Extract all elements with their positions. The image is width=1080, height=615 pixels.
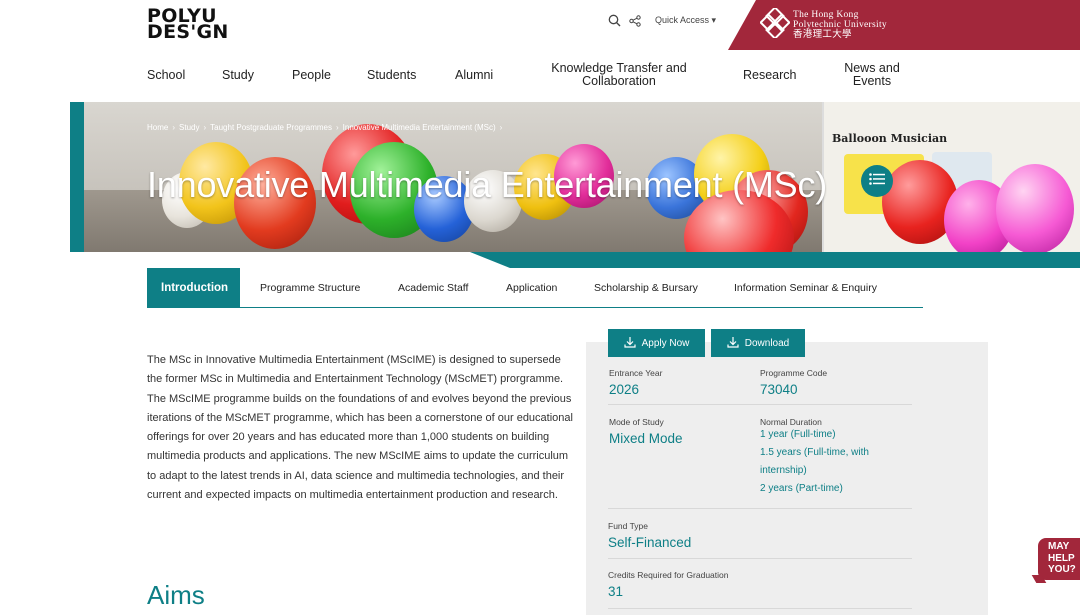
- polyu-name[interactable]: The Hong Kong Polytechnic University 香港理…: [793, 10, 887, 40]
- nav-item-school[interactable]: School: [147, 60, 185, 90]
- search-icon[interactable]: [608, 14, 621, 27]
- panel-divider: [608, 508, 912, 509]
- credits-label: Credits Required for Graduation: [608, 570, 729, 580]
- may-i-help-you-button[interactable]: MAY HELP YOU?: [1038, 538, 1080, 580]
- breadcrumb-taught-postgraduate[interactable]: Taught Postgraduate Programmes: [210, 123, 332, 132]
- nav-item-study[interactable]: Study: [222, 60, 254, 90]
- breadcrumb-current[interactable]: Innovative Multimedia Entertainment (MSc…: [343, 123, 496, 132]
- tab-application[interactable]: Application: [506, 268, 557, 307]
- nav-item-news-events[interactable]: News and Events: [838, 60, 906, 90]
- download-arrow-icon: [727, 336, 739, 351]
- panel-divider: [608, 558, 912, 559]
- quick-access-dropdown[interactable]: Quick Access ▾: [655, 15, 716, 26]
- mode-of-study-label: Mode of Study: [609, 417, 664, 427]
- chevron-right-icon: ›: [499, 123, 503, 132]
- breadcrumb-study[interactable]: Study: [179, 123, 199, 132]
- tab-programme-structure[interactable]: Programme Structure: [260, 268, 360, 307]
- duration-full-time-internship: 1.5 years (Full-time, with: [760, 447, 869, 458]
- polyu-name-en-1: The Hong Kong: [793, 10, 859, 20]
- polyu-name-en-2: Polytechnic University: [793, 20, 887, 30]
- nav-item-people[interactable]: People: [292, 60, 331, 90]
- panel-divider: [608, 404, 912, 405]
- utility-bar: Quick Access ▾: [608, 14, 716, 27]
- list-icon: [869, 172, 885, 190]
- quick-access-label: Quick Access: [655, 15, 710, 25]
- tab-academic-staff[interactable]: Academic Staff: [398, 268, 468, 307]
- breadcrumb-home[interactable]: Home: [147, 123, 168, 132]
- apply-now-button[interactable]: Apply Now: [608, 329, 705, 357]
- tab-introduction[interactable]: Introduction: [147, 268, 240, 307]
- polyu-name-zh: 香港理工大學: [793, 30, 852, 40]
- share-icon[interactable]: [629, 14, 641, 27]
- download-button[interactable]: Download: [711, 329, 805, 357]
- apply-now-label: Apply Now: [641, 337, 690, 349]
- panel-divider: [608, 608, 912, 609]
- programme-code-label: Programme Code: [760, 368, 828, 378]
- hero-bottom-edge: [0, 252, 500, 268]
- credits-value: 31: [608, 584, 624, 599]
- caret-down-icon: ▾: [711, 15, 717, 25]
- nav-item-knowledge-transfer[interactable]: Knowledge Transfer and Collaboration: [545, 60, 693, 90]
- aims-heading: Aims: [147, 580, 205, 610]
- tab-scholarship-bursary[interactable]: Scholarship & Bursary: [594, 268, 698, 307]
- page-title: Innovative Multimedia Entertainment (MSc…: [147, 164, 828, 205]
- download-label: Download: [744, 337, 790, 349]
- nav-item-alumni[interactable]: Alumni: [455, 60, 493, 90]
- nav-item-students[interactable]: Students: [367, 60, 416, 90]
- chevron-right-icon: ›: [172, 123, 176, 132]
- help-line-3: YOU?: [1048, 564, 1076, 575]
- help-line-2: HELP: [1048, 552, 1075, 564]
- mode-of-study-value: Mixed Mode: [609, 431, 683, 446]
- chevron-right-icon: ›: [336, 123, 339, 132]
- polyu-emblem-icon[interactable]: [759, 6, 791, 40]
- logo-line-2: DES'GN: [147, 21, 229, 43]
- entrance-year-label: Entrance Year: [609, 368, 663, 378]
- poster-title: Ballooon Musician: [832, 132, 948, 145]
- download-arrow-icon: [623, 336, 636, 351]
- programme-tabs: Introduction Programme Structure Academi…: [147, 268, 923, 308]
- fund-type-value: Self-Financed: [608, 535, 692, 550]
- help-line-1: MAY: [1048, 541, 1070, 552]
- duration-full-time-internship-cont: internship): [760, 465, 807, 476]
- breadcrumb: Home › Study › Taught Postgraduate Progr…: [147, 123, 502, 132]
- fund-type-label: Fund Type: [608, 521, 649, 531]
- duration-full-time: 1 year (Full-time): [760, 429, 836, 440]
- hero-diagonal-accent: [470, 252, 1080, 268]
- table-of-contents-button[interactable]: [861, 165, 893, 197]
- main-navigation: School Study People Students Alumni Know…: [0, 60, 1080, 90]
- programme-code-value: 73040: [760, 382, 798, 397]
- intro-paragraph: The MSc in Innovative Multimedia Enterta…: [147, 354, 573, 502]
- nav-item-research[interactable]: Research: [743, 60, 797, 90]
- duration-part-time: 2 years (Part-time): [760, 483, 843, 494]
- polyu-design-logo[interactable]: POLYU DES'GN: [147, 7, 229, 43]
- chevron-right-icon: ›: [203, 123, 207, 132]
- tab-information-seminar[interactable]: Information Seminar & Enquiry: [734, 268, 877, 307]
- entrance-year-value: 2026: [609, 382, 640, 397]
